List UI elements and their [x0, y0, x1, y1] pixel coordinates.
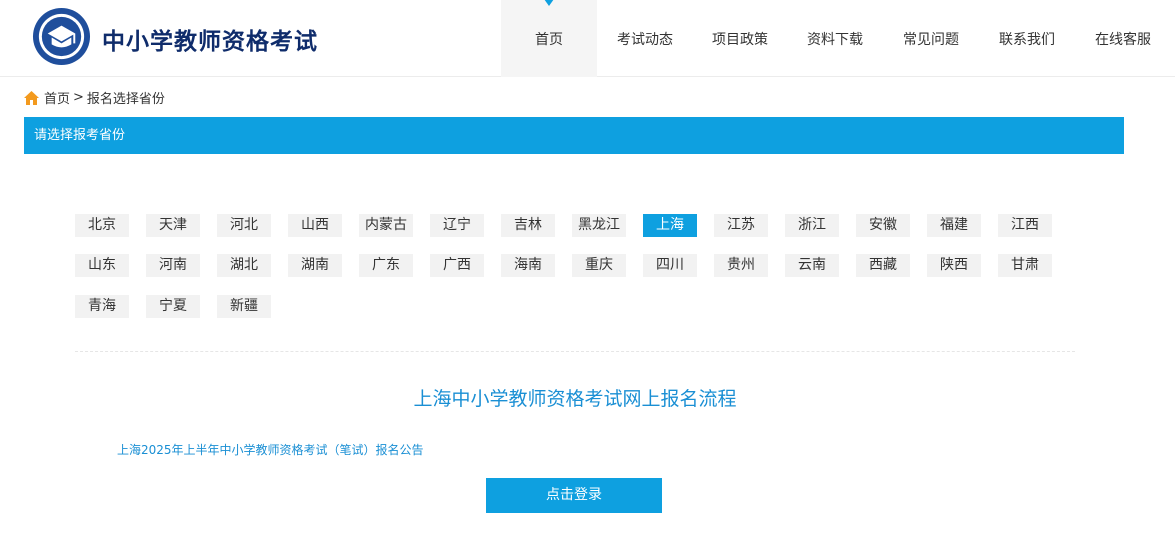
breadcrumb: 首页 > 报名选择省份: [24, 88, 165, 107]
nav-item-label: 项目政策: [712, 32, 768, 48]
nav-item-online-service[interactable]: 在线客服: [1075, 0, 1171, 77]
province-button[interactable]: 新疆: [217, 295, 271, 318]
nav-item-downloads[interactable]: 资料下载: [787, 0, 883, 77]
province-button[interactable]: 甘肃: [998, 254, 1052, 277]
province-button[interactable]: 西藏: [856, 254, 910, 277]
province-button[interactable]: 四川: [643, 254, 697, 277]
province-button[interactable]: 贵州: [714, 254, 768, 277]
breadcrumb-separator: >: [73, 90, 84, 105]
province-button[interactable]: 海南: [501, 254, 555, 277]
province-button[interactable]: 广东: [359, 254, 413, 277]
nav-item-label: 首页: [535, 32, 563, 48]
province-button[interactable]: 江苏: [714, 214, 768, 237]
site-title[interactable]: 中小学教师资格考试: [102, 22, 318, 56]
login-button[interactable]: 点击登录: [486, 478, 662, 513]
nav-item-label: 常见问题: [903, 32, 959, 48]
province-button[interactable]: 广西: [430, 254, 484, 277]
province-button[interactable]: 青海: [75, 295, 129, 318]
nav-item-label: 联系我们: [999, 32, 1055, 48]
province-button[interactable]: 天津: [146, 214, 200, 237]
province-button[interactable]: 湖北: [217, 254, 271, 277]
nav-item-exam-news[interactable]: 考试动态: [597, 0, 693, 77]
province-button[interactable]: 内蒙古: [359, 214, 413, 237]
nav-item-label: 考试动态: [617, 32, 673, 48]
province-button[interactable]: 山东: [75, 254, 129, 277]
province-button[interactable]: 陕西: [927, 254, 981, 277]
nav-item-policy[interactable]: 项目政策: [693, 0, 787, 77]
province-button[interactable]: 福建: [927, 214, 981, 237]
province-button[interactable]: 浙江: [785, 214, 839, 237]
registration-notice-link[interactable]: 上海2025年上半年中小学教师资格考试（笔试）报名公告: [117, 441, 424, 458]
province-button[interactable]: 宁夏: [146, 295, 200, 318]
nav-item-faq[interactable]: 常见问题: [883, 0, 979, 77]
section-title: 请选择报考省份: [34, 128, 126, 143]
home-icon: [24, 90, 39, 105]
province-button[interactable]: 重庆: [572, 254, 626, 277]
section-divider: [75, 351, 1075, 352]
province-button[interactable]: 山西: [288, 214, 342, 237]
province-button[interactable]: 吉林: [501, 214, 555, 237]
province-button[interactable]: 湖南: [288, 254, 342, 277]
nav-item-label: 在线客服: [1095, 32, 1151, 48]
province-button[interactable]: 河北: [217, 214, 271, 237]
main-nav: 首页 考试动态 项目政策 资料下载 常见问题 联系我们 在线客服: [501, 0, 1171, 77]
province-button[interactable]: 北京: [75, 214, 129, 237]
section-title-bar: 请选择报考省份: [24, 117, 1124, 154]
province-button[interactable]: 黑龙江: [572, 214, 626, 237]
breadcrumb-current: 报名选择省份: [86, 92, 165, 107]
province-button[interactable]: 江西: [998, 214, 1052, 237]
logo-emblem-icon[interactable]: [32, 7, 91, 66]
province-button[interactable]: 河南: [146, 254, 200, 277]
breadcrumb-home-link[interactable]: 首页: [44, 88, 70, 107]
nav-item-label: 资料下载: [807, 32, 863, 48]
nav-item-home[interactable]: 首页: [501, 0, 597, 77]
registration-flow-title: 上海中小学教师资格考试网上报名流程: [413, 388, 737, 410]
province-button-selected[interactable]: 上海: [643, 214, 697, 237]
province-button[interactable]: 辽宁: [430, 214, 484, 237]
site-header: 中小学教师资格考试 首页 考试动态 项目政策 资料下载 常见问题 联系我们 在线…: [0, 0, 1175, 77]
province-button[interactable]: 安徽: [856, 214, 910, 237]
caret-down-icon: [544, 0, 554, 6]
nav-item-contact[interactable]: 联系我们: [979, 0, 1075, 77]
province-button[interactable]: 云南: [785, 254, 839, 277]
